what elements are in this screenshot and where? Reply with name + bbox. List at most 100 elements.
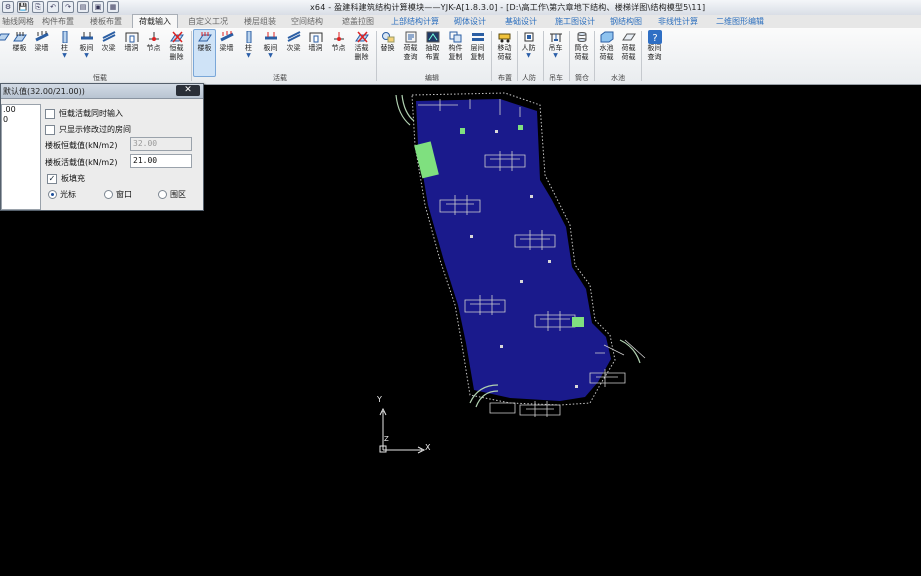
tab-foundation-design[interactable]: 基础设计: [505, 15, 537, 28]
list-item[interactable]: 0: [2, 115, 40, 125]
axis-z-label: Z: [384, 435, 389, 443]
tab-cover-drawing[interactable]: 遮盖拉图: [342, 15, 374, 28]
chevron-down-icon[interactable]: ▼: [545, 53, 566, 59]
chevron-down-icon[interactable]: ▼: [518, 53, 539, 59]
dead-wall-opening-tool[interactable]: 墙洞: [121, 30, 142, 53]
extract-layout-icon: [425, 30, 440, 44]
civil-defense-tool[interactable]: 人防 ▼: [518, 30, 539, 59]
slab-fill-checkbox[interactable]: ✓: [47, 173, 57, 184]
live-between-slab-tool[interactable]: 板间 ▼: [260, 30, 281, 59]
between-slab-icon: [79, 30, 94, 44]
tab-axis-grid[interactable]: 轴线网格: [2, 15, 34, 28]
load-query-tool[interactable]: 荷载 查询: [400, 30, 421, 62]
copy-icon[interactable]: ⎘: [32, 1, 44, 13]
tab-custom-cases[interactable]: 自定义工况: [188, 15, 228, 28]
floor-copy-tool[interactable]: 层间 复制: [467, 30, 488, 62]
tab-construction-drawing[interactable]: 施工图设计: [555, 15, 595, 28]
crane-tool[interactable]: 吊车 ▼: [545, 30, 566, 59]
pool-load-tool[interactable]: 水池 荷载: [596, 30, 617, 62]
floor-copy-icon: [470, 30, 485, 44]
live-load-delete-tool[interactable]: 活载 删除: [351, 30, 372, 62]
between-slab-icon: [263, 30, 278, 44]
tab-load-input[interactable]: 荷载输入: [132, 14, 178, 29]
radio-cursor-row[interactable]: 光标: [48, 189, 76, 200]
only-modified-label: 只显示修改过的房间: [59, 125, 131, 134]
tab-upper-structure-calc[interactable]: 上部结构计算: [391, 15, 439, 28]
beam-wall-icon: [34, 30, 49, 44]
secondary-beam-icon: [101, 30, 116, 44]
member-copy-tool[interactable]: 构件 复制: [445, 30, 466, 62]
moving-load-icon: [497, 30, 512, 44]
radio-region-label: 围区: [170, 190, 186, 199]
settings-icon[interactable]: ⚙: [2, 1, 14, 13]
ribbon-divider: [641, 31, 642, 81]
tab-steel-drawing[interactable]: 钢结构图: [610, 15, 642, 28]
replace-tool[interactable]: 替换: [377, 30, 398, 53]
moving-load-tool[interactable]: 移动 荷载: [494, 30, 515, 62]
chevron-down-icon[interactable]: ▼: [76, 53, 97, 59]
live-node-tool[interactable]: 节点: [328, 30, 349, 53]
tab-spatial-structure[interactable]: 空间结构: [291, 15, 323, 28]
group-label-dead: 恒载: [93, 74, 107, 82]
radio-region-row[interactable]: 围区: [158, 189, 186, 200]
radio-window-row[interactable]: 窗口: [104, 189, 132, 200]
dead-live-checkbox-row[interactable]: 恒载活载同时输入: [45, 108, 123, 119]
live-column-tool[interactable]: 柱 ▼: [238, 30, 259, 59]
close-button[interactable]: ✕: [176, 85, 200, 96]
pool-load-icon: [599, 30, 614, 44]
slab-query-tool[interactable]: ? 板间 查询: [644, 30, 665, 62]
live-secondary-beam-tool[interactable]: 次梁: [283, 30, 304, 53]
live-beam-wall-tool[interactable]: 梁墙: [216, 30, 237, 53]
wall-opening-icon: [308, 30, 323, 44]
load-tool[interactable]: 荷载 荷载: [618, 30, 639, 62]
dead-load-delete-tool[interactable]: 恒载 删除: [166, 30, 187, 62]
slab-fill-checkbox-row[interactable]: ✓ 板填充: [47, 173, 85, 184]
dead-between-slab-tool[interactable]: 板间 ▼: [76, 30, 97, 59]
member-copy-icon: [448, 30, 463, 44]
dead-live-label: 恒载活载同时输入: [59, 109, 123, 118]
tab-2d-graphic-edit[interactable]: 二维图形编辑: [716, 15, 764, 28]
live-wall-opening-tool[interactable]: 墙洞: [305, 30, 326, 53]
dead-beam-wall-tool[interactable]: 梁墙: [31, 30, 52, 53]
live-slab-tool[interactable]: 楼板: [193, 29, 216, 77]
window-icon[interactable]: ▣: [92, 1, 104, 13]
view-icon[interactable]: ▤: [77, 1, 89, 13]
group-label-pool: 水池: [611, 74, 625, 82]
radio-window[interactable]: [104, 190, 113, 199]
live-load-input[interactable]: 21.00: [130, 154, 192, 168]
redo-icon[interactable]: ↷: [62, 1, 74, 13]
load-value-list[interactable]: .00 0: [1, 104, 41, 210]
tab-slab-layout[interactable]: 楼板布置: [90, 15, 122, 28]
list-item[interactable]: .00: [2, 105, 40, 115]
slab-icon: [12, 30, 27, 44]
extract-layout-tool[interactable]: 抽取 布置: [422, 30, 443, 62]
only-modified-checkbox-row[interactable]: 只显示修改过的房间: [45, 124, 131, 135]
chevron-down-icon[interactable]: ▼: [54, 53, 75, 59]
ribbon-tab-bar: 轴线网格 构件布置 楼板布置 荷载输入 自定义工况 楼层组装 空间结构 遮盖拉图…: [0, 14, 921, 29]
silo-load-tool[interactable]: 筒仓 荷载: [571, 30, 592, 62]
dead-load-input[interactable]: 32.00: [130, 137, 192, 151]
chevron-down-icon[interactable]: ▼: [260, 53, 281, 59]
radio-cursor[interactable]: [48, 190, 57, 199]
node-icon: [331, 30, 346, 44]
dialog-title-bar[interactable]: 默认值(32.00/21.00)) ✕: [1, 84, 203, 99]
save-icon[interactable]: 💾: [17, 1, 29, 13]
only-modified-checkbox[interactable]: [45, 124, 55, 135]
live-load-delete-icon: [354, 30, 369, 44]
undo-icon[interactable]: ↶: [47, 1, 59, 13]
node-icon: [146, 30, 161, 44]
layout-icon[interactable]: ▦: [107, 1, 119, 13]
tab-masonry-design[interactable]: 砌体设计: [454, 15, 486, 28]
ribbon-divider: [594, 31, 595, 81]
dead-live-checkbox[interactable]: [45, 108, 55, 119]
load-icon: [621, 30, 636, 44]
chevron-down-icon[interactable]: ▼: [238, 53, 259, 59]
radio-region[interactable]: [158, 190, 167, 199]
dead-node-tool[interactable]: 节点: [143, 30, 164, 53]
tab-member-layout[interactable]: 构件布置: [42, 15, 74, 28]
dead-secondary-beam-tool[interactable]: 次梁: [98, 30, 119, 53]
dead-column-tool[interactable]: 柱 ▼: [54, 30, 75, 59]
tab-nonlinear-calc[interactable]: 非线性计算: [658, 15, 698, 28]
dead-slab-tool[interactable]: 楼板: [9, 30, 30, 53]
tab-floor-assembly[interactable]: 楼层组装: [244, 15, 276, 28]
